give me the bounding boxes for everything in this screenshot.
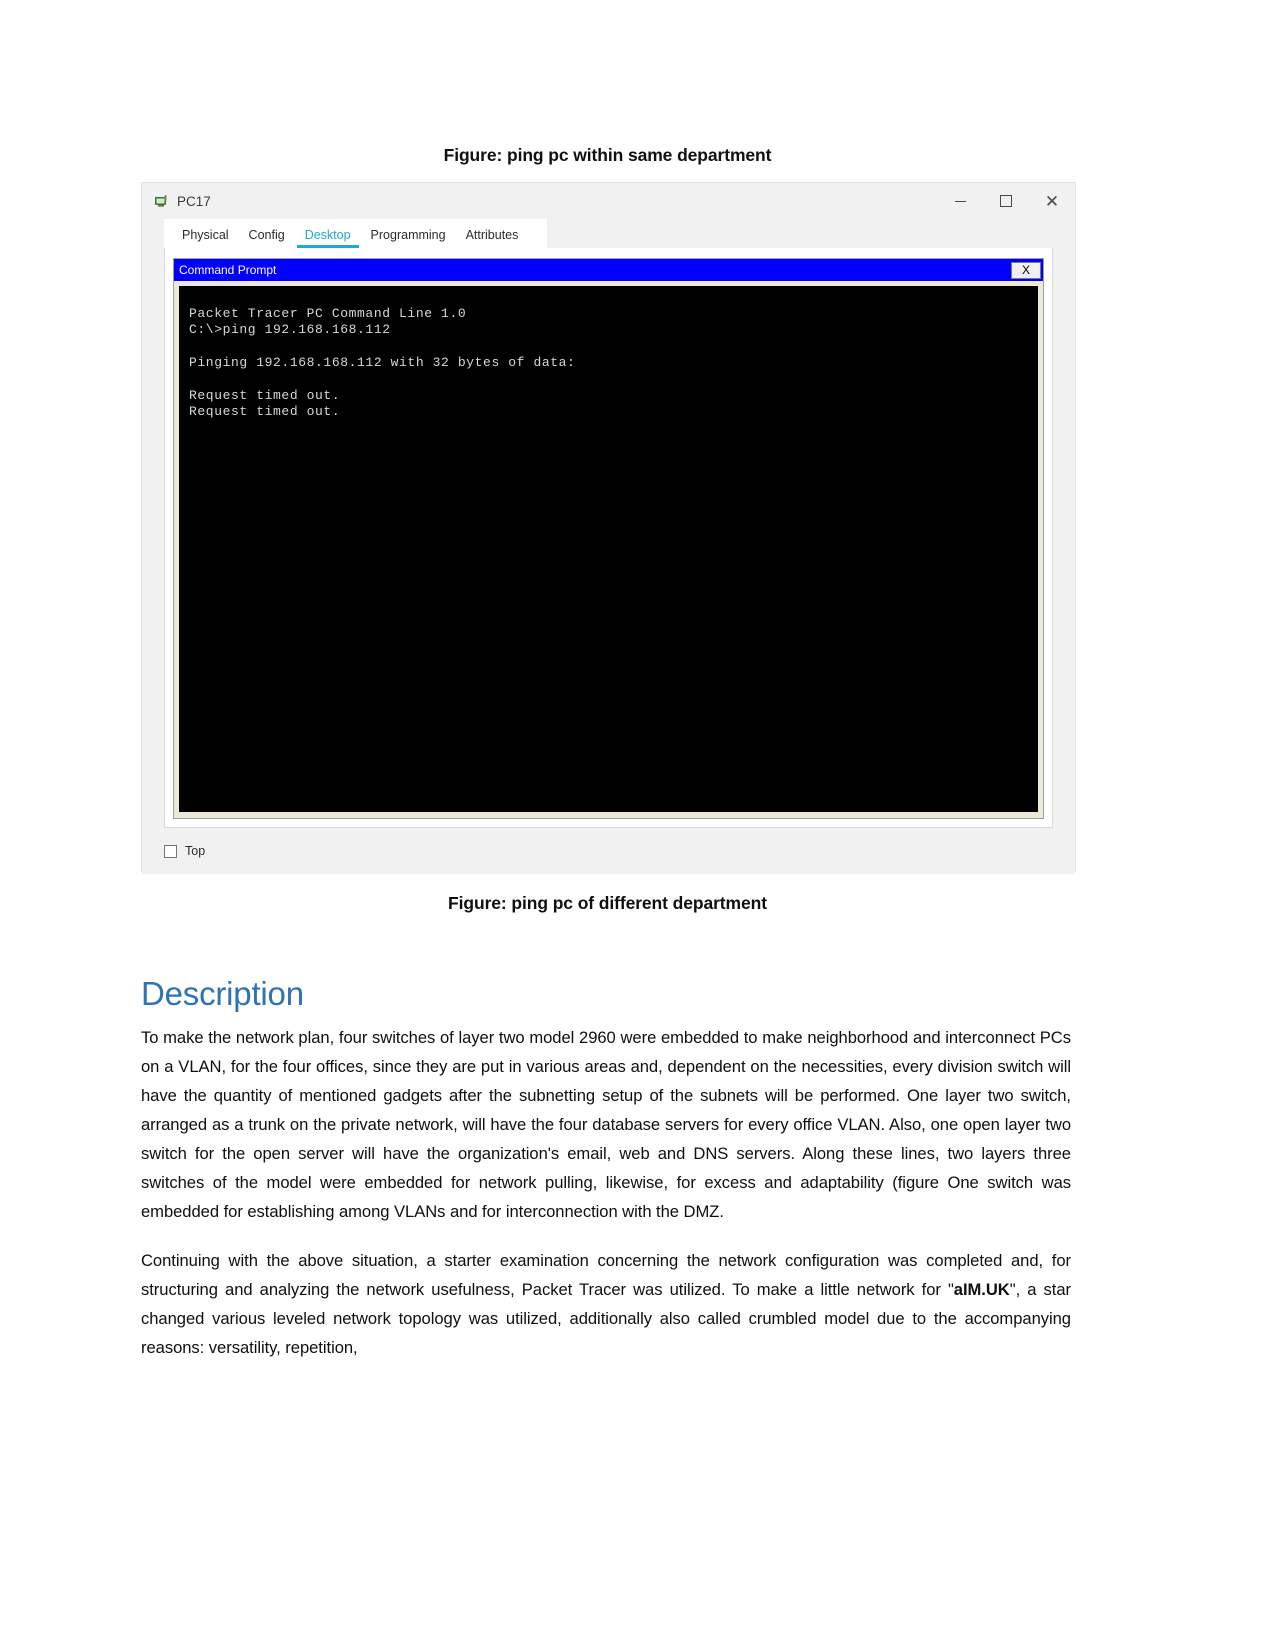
window-footer: Top <box>142 828 1075 874</box>
description-paragraph-2: Continuing with the above situation, a s… <box>141 1246 1071 1362</box>
paragraph-2-text-before: Continuing with the above situation, a s… <box>141 1250 1071 1299</box>
minimize-icon <box>954 200 966 202</box>
terminal-line: Request timed out. <box>189 388 341 404</box>
figure-caption-bottom: Figure: ping pc of different department <box>448 893 767 913</box>
tab-strip: Physical Config Desktop Programming Attr… <box>142 219 1075 248</box>
document-page: Figure: ping pc within same department P… <box>0 0 1275 1651</box>
tab-physical-label: Physical <box>182 228 229 242</box>
minimize-button[interactable] <box>937 183 983 219</box>
terminal-line: Packet Tracer PC Command Line 1.0 <box>189 306 467 321</box>
tab-programming[interactable]: Programming <box>361 225 456 248</box>
terminal-line: C:\>ping 192.168.168.112 <box>189 322 391 338</box>
command-prompt-titlebar: Command Prompt X <box>174 259 1043 281</box>
window-titlebar: PC17 ✕ <box>142 183 1075 219</box>
close-button[interactable]: ✕ <box>1029 183 1075 219</box>
description-heading: Description <box>141 975 304 1012</box>
close-icon: ✕ <box>1044 191 1060 211</box>
tab-attributes[interactable]: Attributes <box>456 225 529 248</box>
top-checkbox[interactable] <box>164 844 177 858</box>
description-section: Description To make the network plan, fo… <box>141 975 1071 1362</box>
command-prompt-inner: Packet Tracer PC Command Line 1.0 C:\>pi… <box>174 281 1043 818</box>
tab-programming-label: Programming <box>370 228 446 242</box>
terminal-output[interactable]: Packet Tracer PC Command Line 1.0 C:\>pi… <box>179 286 1038 812</box>
tab-config-label: Config <box>248 228 285 242</box>
top-checkbox-label: Top <box>185 844 206 858</box>
terminal-line: Pinging 192.168.168.112 with 32 bytes of… <box>189 355 576 371</box>
tab-attributes-label: Attributes <box>465 228 519 242</box>
desktop-panel: Command Prompt X Packet Tracer PC Comman… <box>164 248 1053 828</box>
top-checkbox-row[interactable]: Top <box>164 844 205 858</box>
maximize-button[interactable] <box>983 183 1029 219</box>
pc-device-window: PC17 ✕ Physical Config Desktop Programmi… <box>141 182 1076 874</box>
command-prompt-close-button[interactable]: X <box>1011 261 1041 279</box>
packet-tracer-pc-icon <box>154 194 169 209</box>
tab-desktop-label: Desktop <box>304 228 351 242</box>
command-prompt-title: Command Prompt <box>179 263 277 277</box>
command-prompt-window: Command Prompt X Packet Tracer PC Comman… <box>173 258 1044 819</box>
tab-physical[interactable]: Physical <box>172 225 239 248</box>
terminal-line: Request timed out. <box>189 404 341 420</box>
window-title-text: PC17 <box>177 193 211 209</box>
tab-desktop[interactable]: Desktop <box>295 225 361 248</box>
window-content: Command Prompt X Packet Tracer PC Comman… <box>142 248 1075 828</box>
paragraph-2-bold-term: aIM.UK <box>953 1279 1010 1299</box>
window-controls: ✕ <box>937 183 1075 219</box>
tab-config[interactable]: Config <box>239 225 295 248</box>
window-title-group: PC17 <box>142 194 211 209</box>
maximize-icon <box>1000 195 1012 207</box>
figure-caption-top: Figure: ping pc within same department <box>443 145 772 165</box>
description-paragraph-1: To make the network plan, four switches … <box>141 1027 1071 1221</box>
